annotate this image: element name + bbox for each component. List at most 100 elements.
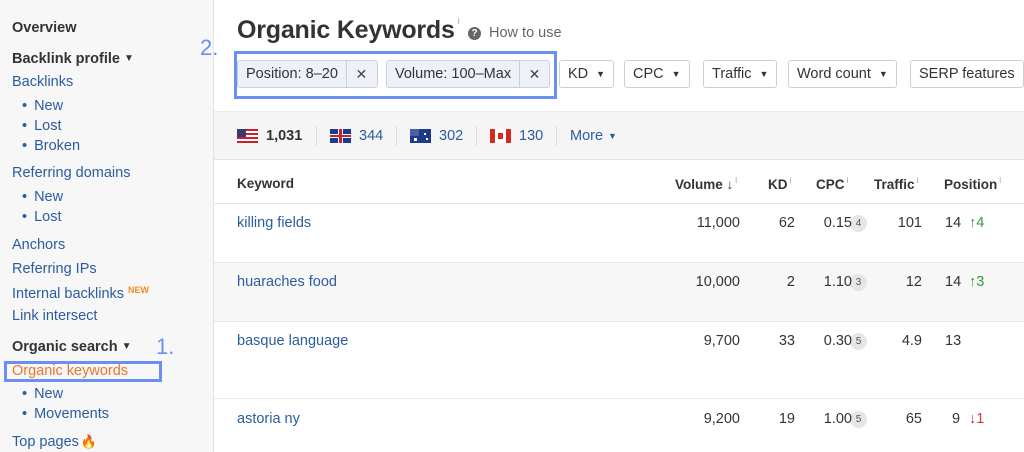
- sidebar-organic-search-label: Organic search: [12, 339, 118, 355]
- country-us[interactable]: 1,031: [237, 128, 302, 144]
- table-row: basque language 5 9,700 33 0.30 4.9 13: [214, 322, 1024, 399]
- sidebar-anchors[interactable]: Anchors: [12, 237, 65, 253]
- position-value: 13: [945, 333, 962, 349]
- bullet-icon: •: [22, 138, 28, 154]
- country-au[interactable]: 302: [410, 128, 463, 144]
- sidebar-organic-search[interactable]: Organic search ▼: [12, 339, 131, 355]
- traffic-value: 12: [905, 274, 922, 290]
- sidebar-backlinks-broken[interactable]: • Broken: [22, 138, 80, 154]
- sidebar-sub-label: New: [34, 189, 64, 205]
- country-count: 344: [359, 128, 384, 144]
- kd-value: 62: [778, 215, 795, 231]
- divider: [476, 126, 477, 146]
- country-gb[interactable]: 344: [330, 128, 383, 144]
- col-header-cpc[interactable]: CPC i: [816, 176, 848, 192]
- sidebar-internal-backlinks[interactable]: Internal backlinks NEW: [12, 285, 149, 302]
- info-icon: i: [916, 176, 919, 185]
- caret-down-icon: ▼: [121, 341, 132, 352]
- sidebar-sub-label: New: [34, 98, 64, 114]
- annotation-step-2: 2.: [200, 35, 219, 60]
- col-header-traffic[interactable]: Traffic i: [874, 176, 918, 192]
- divider: [556, 126, 557, 146]
- position-change: ↓1: [969, 411, 985, 427]
- keyword-link[interactable]: astoria ny: [237, 411, 300, 427]
- col-header-keyword[interactable]: Keyword: [237, 176, 294, 191]
- traffic-value: 101: [897, 215, 922, 231]
- info-icon: i: [846, 176, 849, 185]
- bullet-icon: •: [22, 386, 28, 402]
- sidebar-referring-domains[interactable]: Referring domains: [12, 165, 130, 181]
- table-row: huaraches food 3 10,000 2 1.10 12 14 ↑3: [214, 263, 1024, 322]
- page-title: Organic Keywords i: [237, 16, 460, 45]
- traffic-value: 65: [905, 411, 922, 427]
- sidebar-sub-label: Movements: [34, 406, 110, 422]
- how-to-use-link[interactable]: ? How to use: [468, 25, 562, 41]
- table-row: astoria ny 5 9,200 19 1.00 65 9 ↓1: [214, 399, 1024, 452]
- traffic-value: 4.9: [901, 333, 922, 349]
- sidebar-sub-label: Lost: [34, 118, 62, 134]
- sidebar-refdomains-lost[interactable]: • Lost: [22, 209, 62, 225]
- filter-traffic-dropdown[interactable]: Traffic ▼: [703, 60, 778, 88]
- col-header-position[interactable]: Position i: [944, 176, 1001, 192]
- sidebar-backlinks-new[interactable]: • New: [22, 98, 63, 114]
- filter-kd-dropdown[interactable]: KD ▼: [559, 60, 615, 88]
- position-value: 14: [945, 274, 962, 290]
- sidebar-top-pages[interactable]: Top pages 🔥: [12, 434, 97, 450]
- keyword-link[interactable]: huaraches food: [237, 274, 337, 290]
- caret-down-icon: ▼: [608, 131, 617, 141]
- au-flag-icon: [410, 129, 431, 143]
- filter-serp-features-dropdown[interactable]: SERP features: [910, 60, 1024, 88]
- cpc-value: 1.00: [823, 411, 852, 427]
- sidebar-backlinks[interactable]: Backlinks: [12, 74, 73, 90]
- word-count-badge: 4: [850, 215, 867, 232]
- col-header-kd-label: KD: [768, 177, 788, 192]
- more-label: More: [570, 128, 604, 144]
- bullet-icon: •: [22, 118, 28, 134]
- keyword-link[interactable]: killing fields: [237, 215, 311, 231]
- filter-cpc-dropdown[interactable]: CPC ▼: [624, 60, 690, 88]
- country-count: 1,031: [266, 128, 303, 144]
- word-count-badge: 5: [850, 411, 867, 428]
- sidebar-backlink-profile[interactable]: Backlink profile ▼: [12, 51, 134, 67]
- sidebar-internal-backlinks-label: Internal backlinks: [12, 286, 125, 302]
- filter-word-count-dropdown[interactable]: Word count ▼: [788, 60, 897, 88]
- more-countries-dropdown[interactable]: More ▼: [570, 128, 617, 144]
- volume-value: 9,700: [703, 333, 740, 349]
- uk-flag-icon: [330, 129, 351, 143]
- table-row: killing fields 4 11,000 62 0.15 101 14 ↑…: [214, 204, 1024, 263]
- filter-kd-label: KD: [568, 66, 589, 82]
- position-change: ↑4: [969, 215, 985, 231]
- col-header-volume[interactable]: Volume ↓ i: [675, 176, 737, 192]
- sidebar-overview[interactable]: Overview: [12, 20, 77, 36]
- position-change: ↑3: [969, 274, 985, 290]
- caret-down-icon: ▼: [123, 53, 134, 64]
- caret-down-icon: ▼: [596, 69, 606, 79]
- annotation-box-1: [4, 361, 162, 382]
- col-header-position-label: Position: [944, 177, 998, 192]
- sidebar-backlinks-lost[interactable]: • Lost: [22, 118, 62, 134]
- volume-value: 11,000: [696, 215, 740, 231]
- how-to-use-label: How to use: [489, 25, 562, 41]
- keyword-link[interactable]: basque language: [237, 333, 348, 349]
- sidebar-referring-ips[interactable]: Referring IPs: [12, 261, 97, 277]
- sidebar-organic-new[interactable]: • New: [22, 386, 63, 402]
- bullet-icon: •: [22, 406, 28, 422]
- col-header-kd[interactable]: KD i: [768, 176, 791, 192]
- sidebar-refdomains-new[interactable]: • New: [22, 189, 63, 205]
- country-bar: 1,031 344 302 130 More ▼: [214, 111, 1024, 160]
- bullet-icon: •: [22, 189, 28, 205]
- word-count-badge: 3: [850, 274, 867, 291]
- country-ca[interactable]: 130: [490, 128, 543, 144]
- volume-value: 9,200: [703, 411, 740, 427]
- filter-serp-features-label: SERP features: [919, 66, 1015, 82]
- info-icon: i: [735, 176, 738, 185]
- sidebar-link-intersect[interactable]: Link intersect: [12, 308, 97, 324]
- col-header-traffic-label: Traffic: [874, 177, 915, 192]
- caret-down-icon: ▼: [878, 69, 888, 79]
- kd-value: 2: [786, 274, 795, 290]
- cpc-value: 0.15: [823, 215, 852, 231]
- filter-cpc-label: CPC: [633, 66, 664, 82]
- info-icon[interactable]: i: [458, 16, 460, 26]
- sidebar-organic-movements[interactable]: • Movements: [22, 406, 109, 422]
- us-flag-icon: [237, 129, 258, 143]
